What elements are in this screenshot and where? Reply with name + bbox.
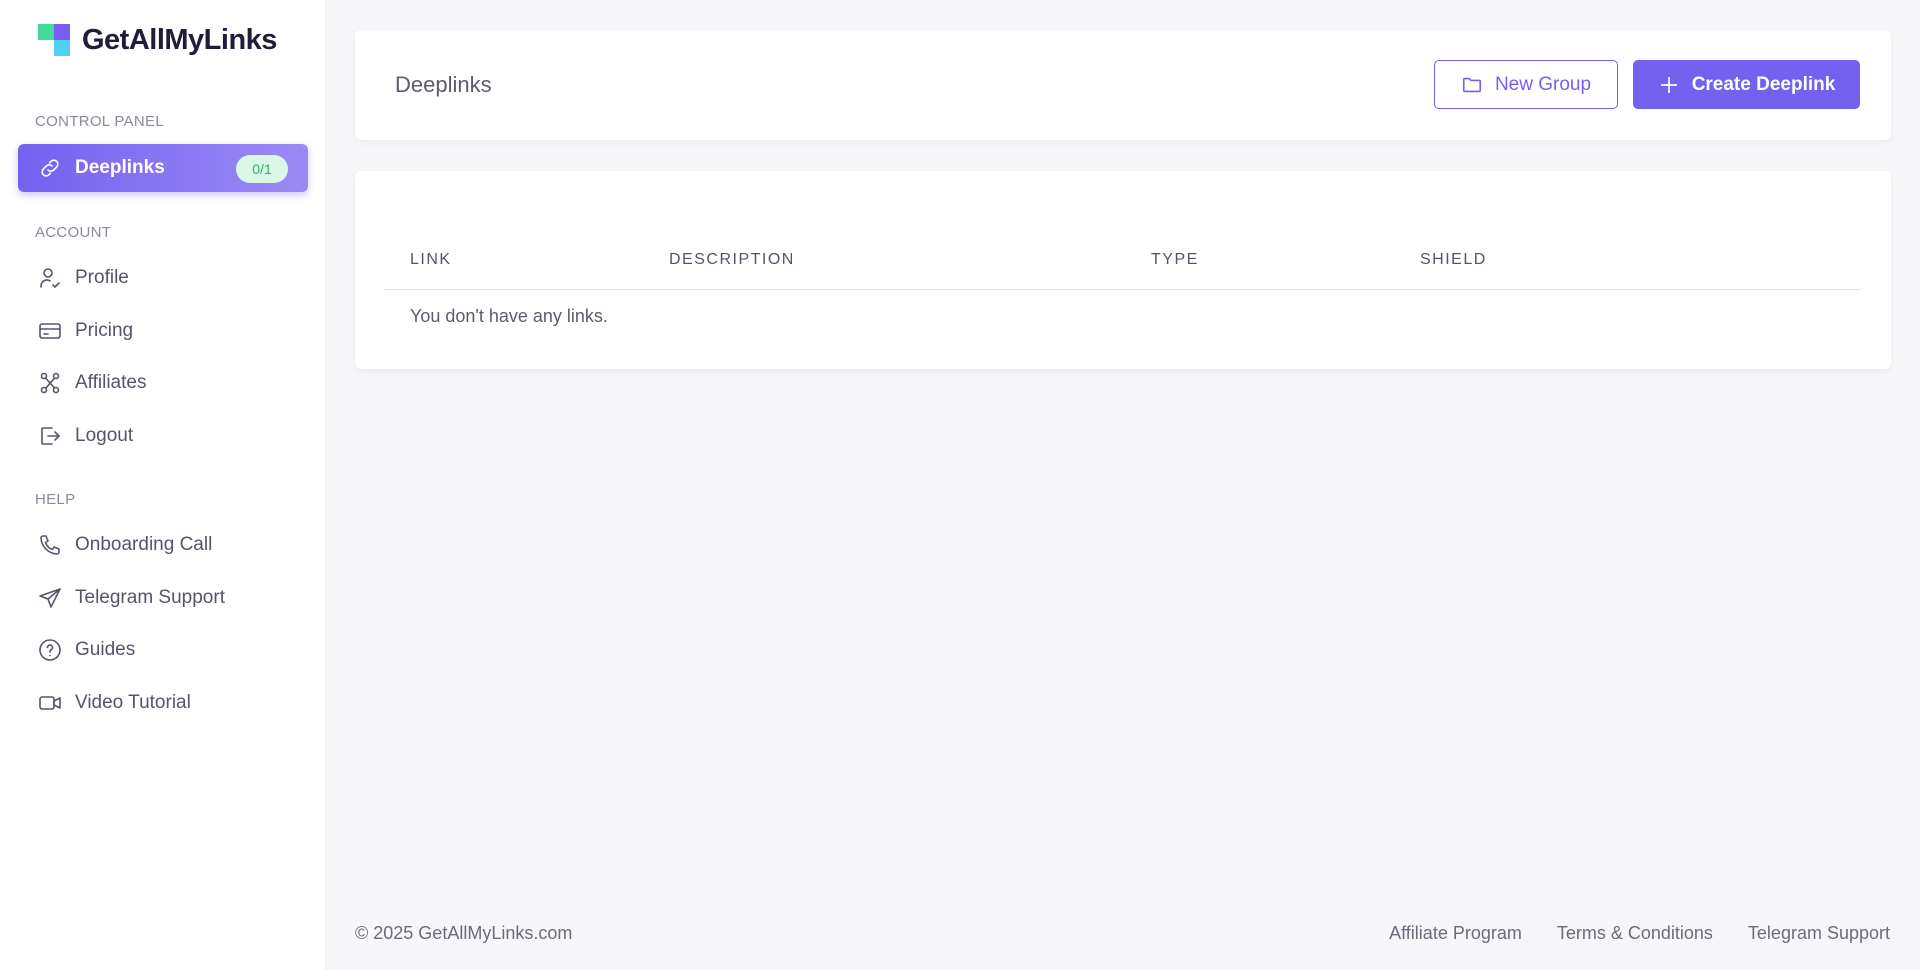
logo-mark-icon [38, 24, 70, 56]
section-label-account: ACCOUNT [35, 224, 112, 241]
sidebar-item-label: Deeplinks [75, 157, 165, 178]
page-title: Deeplinks [395, 72, 492, 97]
links-table: LINK DESCRIPTION TYPE SHIELD You don't h… [355, 171, 1891, 369]
sidebar-item-guides[interactable]: Guides [18, 626, 308, 674]
sidebar-item-label: Guides [75, 639, 136, 660]
send-icon [38, 586, 62, 610]
sidebar-item-logout[interactable]: Logout [18, 412, 308, 460]
sidebar-item-profile[interactable]: Profile [18, 254, 308, 302]
empty-state-message: You don't have any links. [410, 306, 608, 326]
page-header-card: Deeplinks New Group Create Deeplink [355, 30, 1891, 140]
table-header-divider [385, 289, 1860, 290]
column-header-link[interactable]: LINK [410, 251, 452, 269]
sidebar-item-deeplinks[interactable]: Deeplinks 0/1 [18, 144, 308, 192]
sidebar-item-label: Video Tutorial [75, 692, 191, 713]
create-deeplink-button[interactable]: Create Deeplink [1633, 60, 1860, 109]
credit-card-icon [38, 319, 62, 343]
sidebar-item-label: Telegram Support [75, 587, 225, 608]
share-nodes-icon [38, 371, 62, 395]
brand-name: GetAllMyLinks [82, 23, 277, 56]
video-icon [38, 691, 62, 715]
sidebar-item-telegram-support[interactable]: Telegram Support [18, 574, 308, 622]
deeplinks-count-badge: 0/1 [236, 155, 288, 183]
sidebar-item-label: Affiliates [75, 372, 147, 393]
help-circle-icon [38, 638, 62, 662]
folder-icon [1462, 77, 1482, 92]
sidebar-item-onboarding-call[interactable]: Onboarding Call [18, 521, 308, 569]
sidebar-item-label: Onboarding Call [75, 534, 213, 555]
plus-icon [1660, 76, 1677, 93]
sidebar: GetAllMyLinks CONTROL PANEL Deeplinks 0/… [0, 0, 326, 970]
column-header-shield[interactable]: SHIELD [1420, 251, 1487, 269]
sidebar-item-pricing[interactable]: Pricing [18, 307, 308, 355]
sidebar-item-label: Profile [75, 267, 129, 288]
brand-logo[interactable]: GetAllMyLinks [38, 23, 277, 57]
sidebar-item-video-tutorial[interactable]: Video Tutorial [18, 679, 308, 727]
footer-link-terms[interactable]: Terms & Conditions [1557, 923, 1713, 944]
link-icon [38, 156, 62, 180]
new-group-label: New Group [1494, 73, 1592, 95]
phone-icon [38, 533, 62, 557]
section-label-help: HELP [35, 491, 76, 508]
footer-links: Affiliate Program Terms & Conditions Tel… [1354, 923, 1890, 944]
footer-copyright: © 2025 GetAllMyLinks.com [355, 923, 573, 943]
sidebar-item-affiliates[interactable]: Affiliates [18, 359, 308, 407]
new-group-button[interactable]: New Group [1434, 60, 1618, 109]
column-header-description[interactable]: DESCRIPTION [669, 251, 795, 269]
sidebar-item-label: Pricing [75, 320, 134, 341]
create-deeplink-label: Create Deeplink [1691, 73, 1836, 95]
footer-link-telegram-support[interactable]: Telegram Support [1748, 923, 1890, 944]
user-check-icon [38, 266, 62, 290]
sidebar-item-label: Logout [75, 425, 134, 446]
logout-icon [38, 424, 62, 448]
section-label-control-panel: CONTROL PANEL [35, 113, 164, 130]
footer-link-affiliate-program[interactable]: Affiliate Program [1389, 923, 1522, 944]
column-header-type[interactable]: TYPE [1151, 251, 1199, 269]
